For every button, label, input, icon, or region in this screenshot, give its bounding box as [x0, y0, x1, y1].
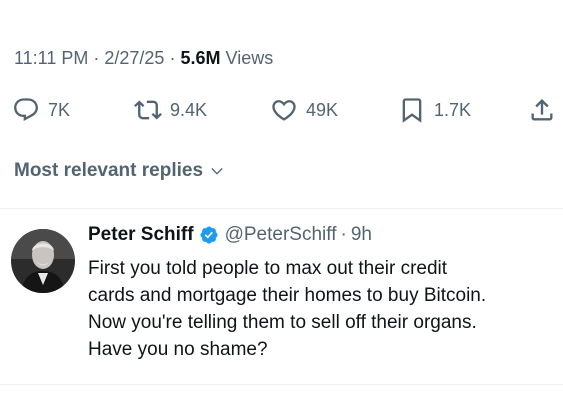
bookmark-button[interactable]: 1.7K [398, 92, 471, 128]
bookmark-count: 1.7K [434, 99, 472, 120]
retweet-icon [134, 100, 162, 120]
like-button[interactable]: 49K [270, 92, 338, 128]
reply-header: Peter Schiff @PeterSchiff · 9h [88, 224, 372, 246]
avatar[interactable] [11, 229, 75, 293]
divider [0, 208, 563, 209]
reply-author-handle[interactable]: @PeterSchiff [225, 224, 337, 246]
heart-icon [272, 100, 296, 121]
reply-text-line: Now you're telling them to sell off thei… [88, 312, 477, 333]
replies-sort-dropdown[interactable]: Most relevant replies [14, 160, 225, 182]
tweet-action-bar: 7K 9.4K 49K 1.7K [0, 92, 563, 128]
reply-text-line: First you told people to max out their c… [88, 258, 448, 279]
views-count: 5.6M [180, 48, 221, 68]
replies-sort-label: Most relevant replies [14, 160, 204, 181]
share-button[interactable] [528, 92, 556, 128]
verified-badge-icon [199, 225, 219, 245]
meta-separator: · [93, 48, 105, 68]
reply-button[interactable]: 7K [12, 92, 70, 128]
reply-author-name[interactable]: Peter Schiff [88, 224, 194, 246]
share-icon [531, 99, 553, 121]
reply-text-line: Have you no shame? [88, 339, 268, 360]
reply-count: 7K [48, 99, 71, 120]
reply-time[interactable]: 9h [351, 224, 372, 246]
tweet-meta: 11:11 PM · 2/27/25 · 5.6M Views [14, 48, 273, 69]
reply-text-line: cards and mortgage their homes to buy Bi… [88, 285, 487, 306]
bookmark-icon [402, 98, 422, 123]
header-separator: · [340, 224, 347, 245]
chevron-down-icon [211, 168, 223, 175]
reply-text: First you told people to max out their c… [88, 255, 486, 363]
retweet-button[interactable]: 9.4K [134, 92, 207, 128]
tweet-time[interactable]: 11:11 PM [14, 48, 88, 68]
like-count: 49K [306, 99, 339, 120]
meta-separator: · [169, 48, 181, 68]
reply-icon [14, 98, 38, 121]
retweet-count: 9.4K [170, 99, 208, 120]
views-label: Views [225, 48, 274, 68]
tweet-detail-view: ​ 11:11 PM · 2/27/25 · 5.6M Views 7K 9.4… [0, 0, 563, 400]
tweet-date[interactable]: 2/27/25 [104, 48, 164, 68]
divider [0, 384, 563, 385]
